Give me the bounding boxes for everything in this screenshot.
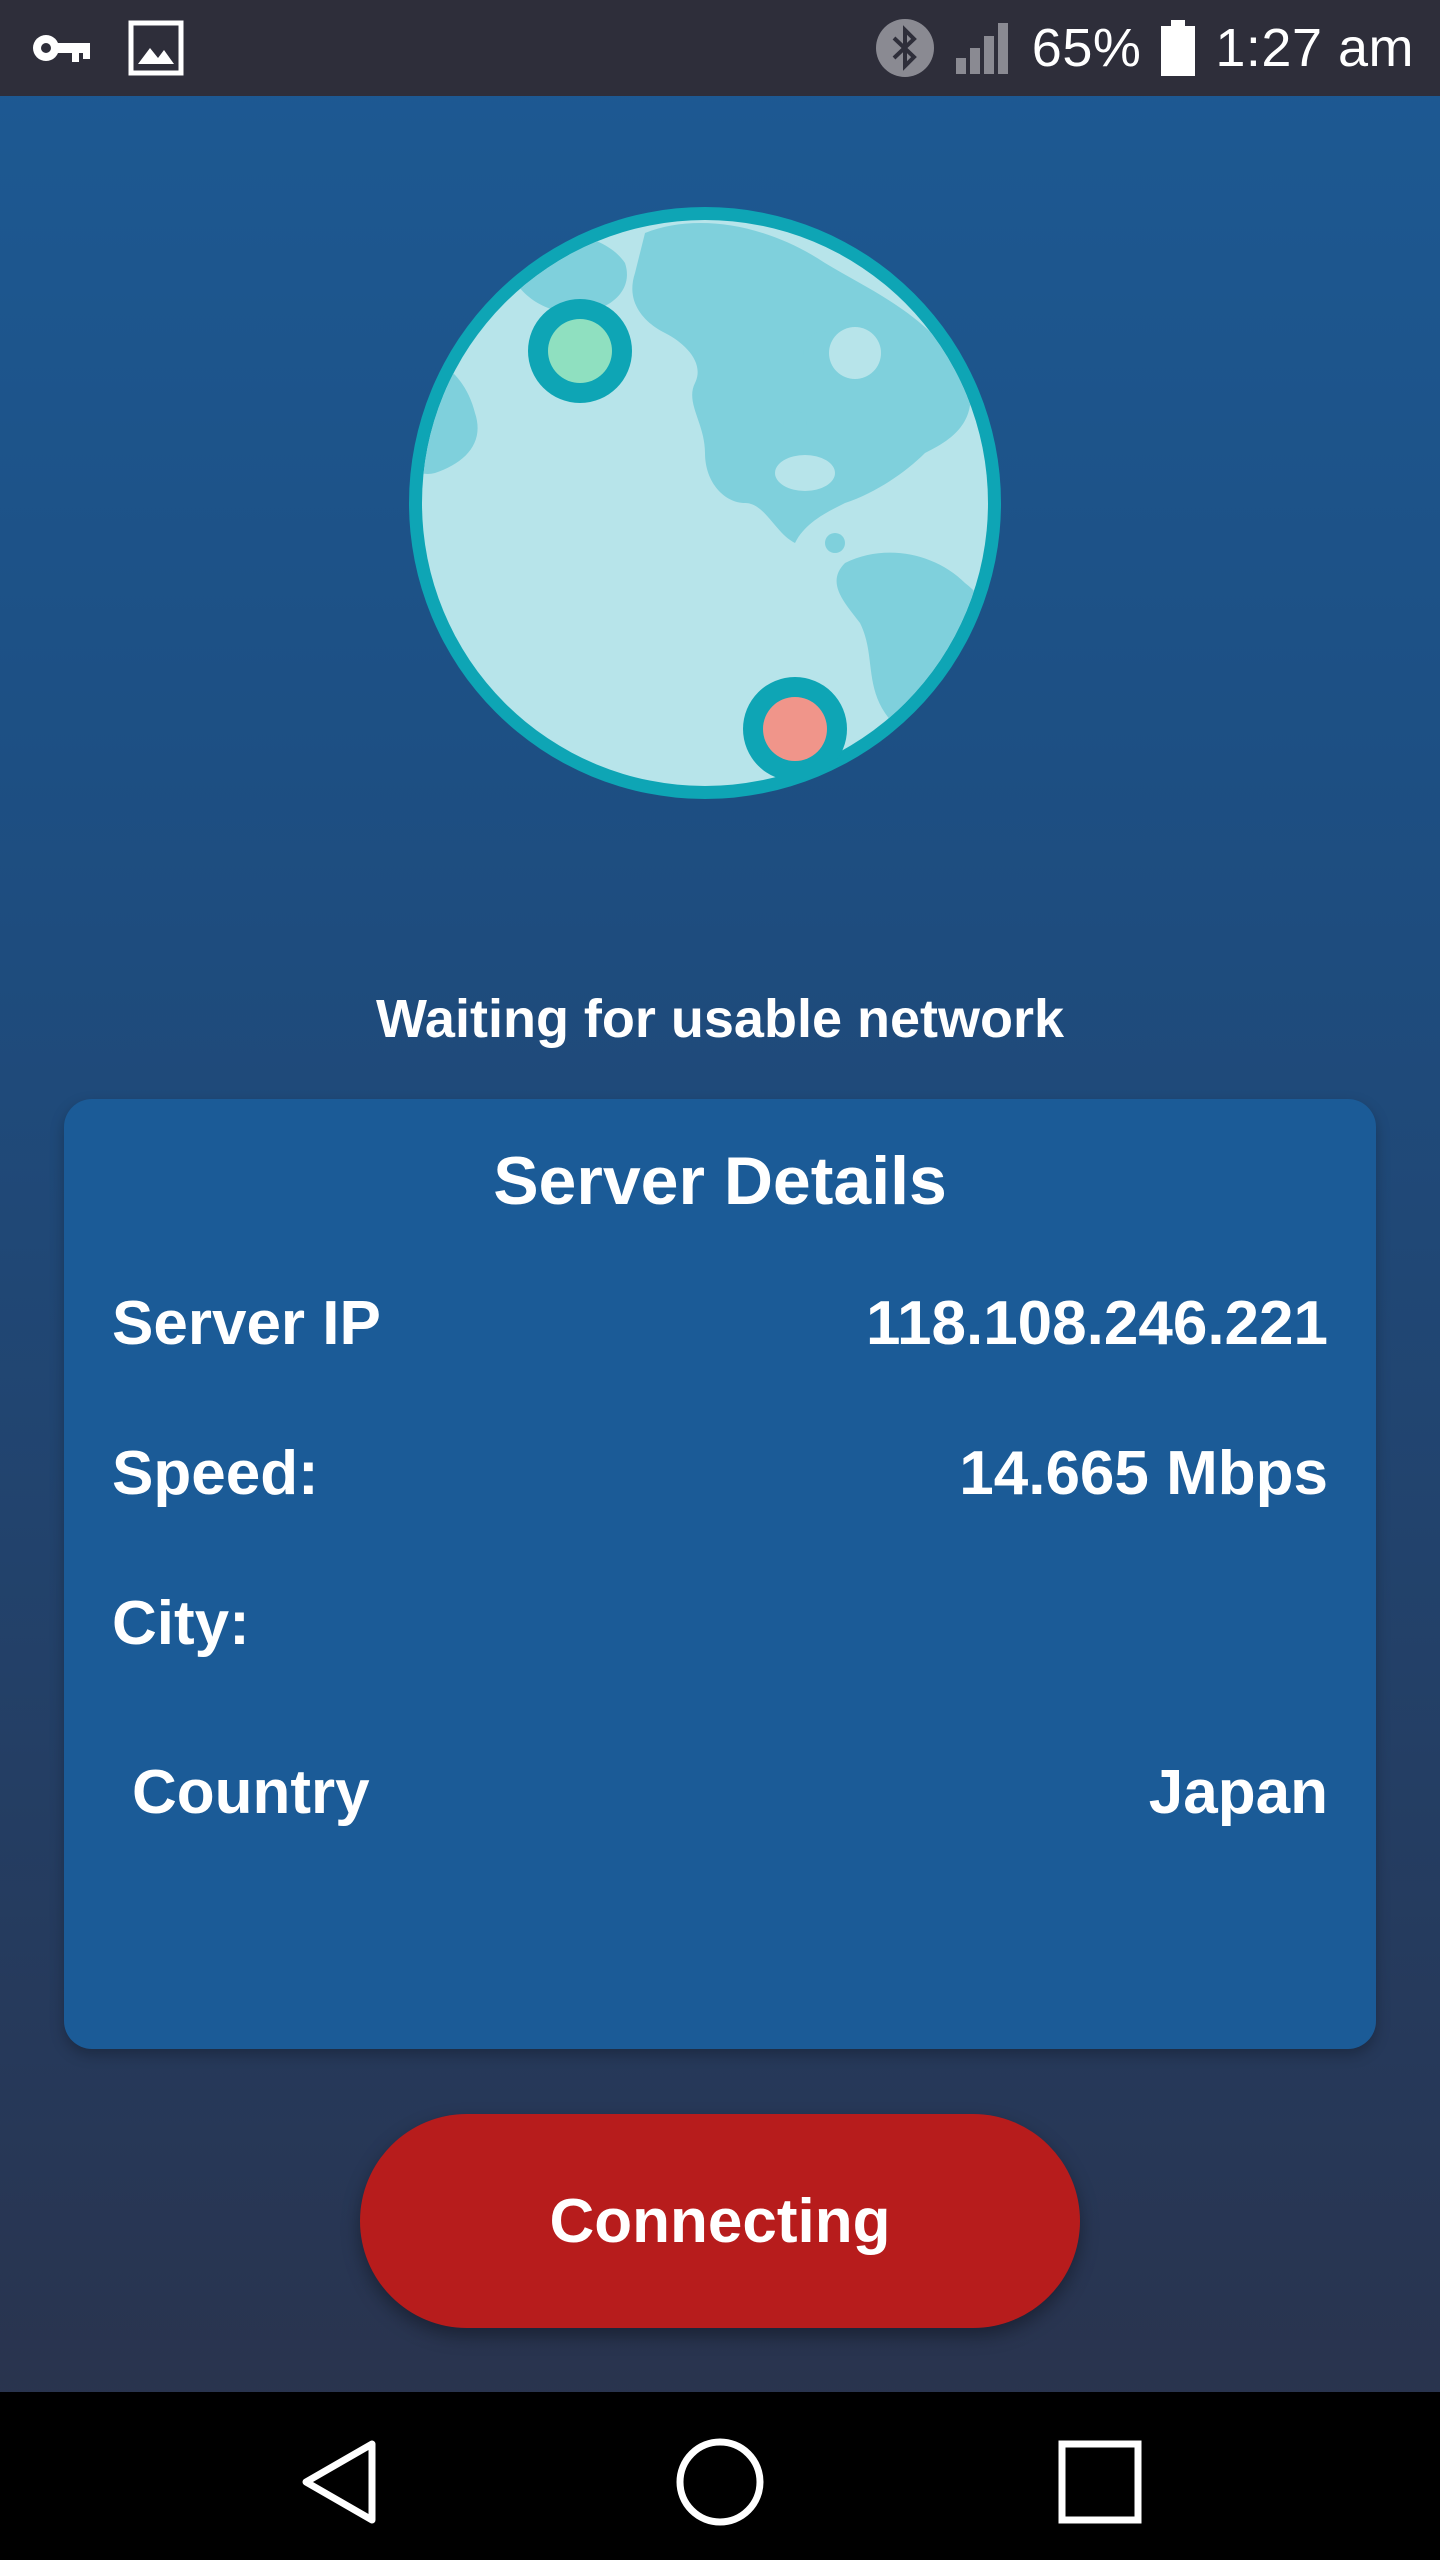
- image-icon: [128, 20, 184, 76]
- status-bar: 65% 1:27 am: [0, 0, 1440, 96]
- signal-icon: [954, 20, 1014, 76]
- clock: 1:27 am: [1215, 18, 1414, 78]
- back-icon[interactable]: [290, 2432, 390, 2532]
- status-bar-left: [0, 20, 184, 76]
- country-label: Country: [132, 1758, 370, 1827]
- recents-icon[interactable]: [1050, 2432, 1150, 2532]
- country-value: Japan: [1148, 1758, 1328, 1827]
- location-pin-red: [743, 677, 847, 781]
- speed-value: 14.665 Mbps: [959, 1439, 1328, 1508]
- server-details-title: Server Details: [493, 1143, 947, 1219]
- connection-status-message: Waiting for usable network: [375, 989, 1065, 1049]
- speed-label: Speed:: [112, 1439, 319, 1508]
- vpn-key-icon: [30, 28, 92, 68]
- server-details-card: [64, 1099, 1376, 2049]
- bluetooth-icon: [874, 17, 936, 79]
- globe-illustration: [405, 203, 1005, 803]
- battery-icon: [1159, 19, 1197, 77]
- server-ip-label: Server IP: [112, 1289, 381, 1358]
- server-ip-value: 118.108.246.221: [865, 1289, 1328, 1358]
- city-label: City:: [112, 1589, 250, 1658]
- status-bar-right: 65% 1:27 am: [874, 17, 1440, 79]
- location-pin-green: [528, 299, 632, 403]
- battery-percentage: 65%: [1031, 18, 1142, 78]
- connect-button[interactable]: Connecting: [360, 2114, 1080, 2328]
- home-icon[interactable]: [670, 2432, 770, 2532]
- navigation-bar: [0, 2392, 1440, 2560]
